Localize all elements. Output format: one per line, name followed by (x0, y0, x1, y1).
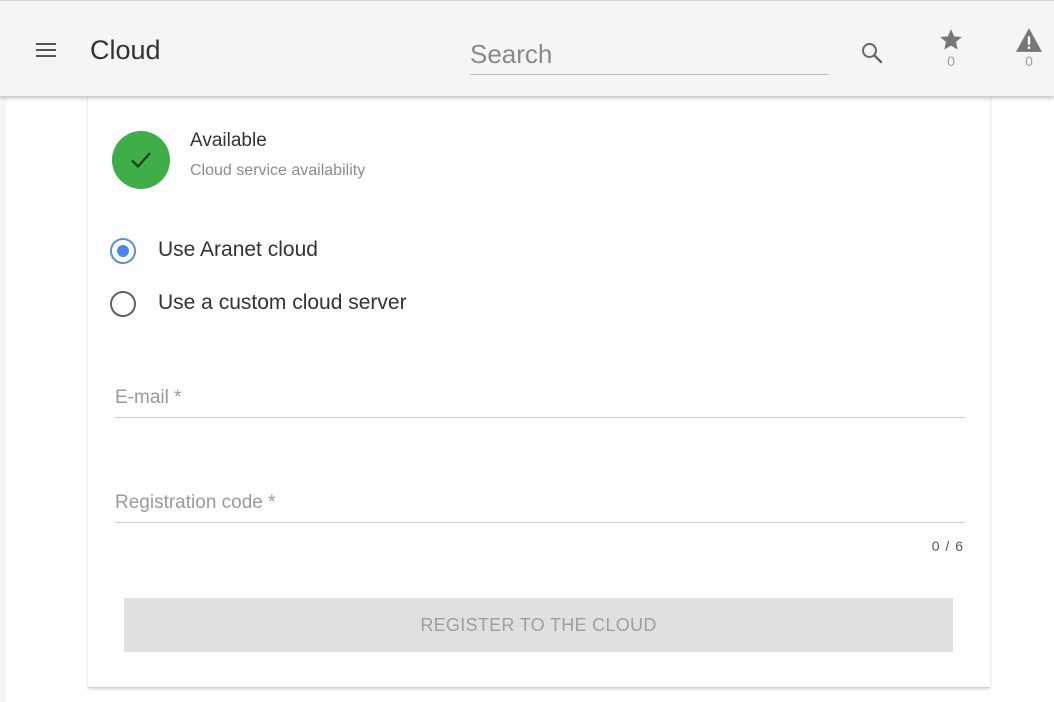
cloud-settings-card: Available Cloud service availability Use… (88, 96, 990, 688)
search-input[interactable] (470, 35, 828, 74)
radio-label-aranet: Use Aranet cloud (158, 238, 318, 261)
alert-icon (1016, 28, 1042, 52)
check-icon (131, 152, 151, 169)
page-title: Cloud (90, 35, 161, 65)
status-indicator (112, 131, 170, 189)
radio-label-custom: Use a custom cloud server (158, 291, 407, 314)
email-field[interactable] (115, 378, 965, 418)
menu-icon[interactable] (36, 43, 56, 59)
side-edge (0, 96, 6, 702)
status-title: Available (190, 130, 267, 151)
favorites-button[interactable]: 0 (934, 27, 968, 79)
search-icon[interactable] (860, 41, 884, 65)
app-bar: Cloud 0 0 (0, 0, 1054, 96)
code-char-counter: 0 / 6 (931, 538, 964, 554)
alerts-count: 0 (1025, 53, 1033, 69)
radio-button[interactable] (110, 291, 136, 317)
search-field[interactable] (470, 35, 828, 75)
registration-code-input[interactable] (115, 483, 965, 522)
cloud-page: Cloud 0 0 (0, 0, 1054, 702)
star-icon (940, 29, 962, 50)
registration-code-field[interactable] (115, 483, 965, 523)
email-input[interactable] (115, 378, 965, 417)
favorites-count: 0 (947, 53, 955, 69)
radio-button-selected[interactable] (110, 238, 136, 264)
status-subtitle: Cloud service availability (190, 162, 366, 179)
alerts-button[interactable]: 0 (1012, 27, 1046, 79)
register-button[interactable]: REGISTER TO THE CLOUD (124, 598, 953, 652)
